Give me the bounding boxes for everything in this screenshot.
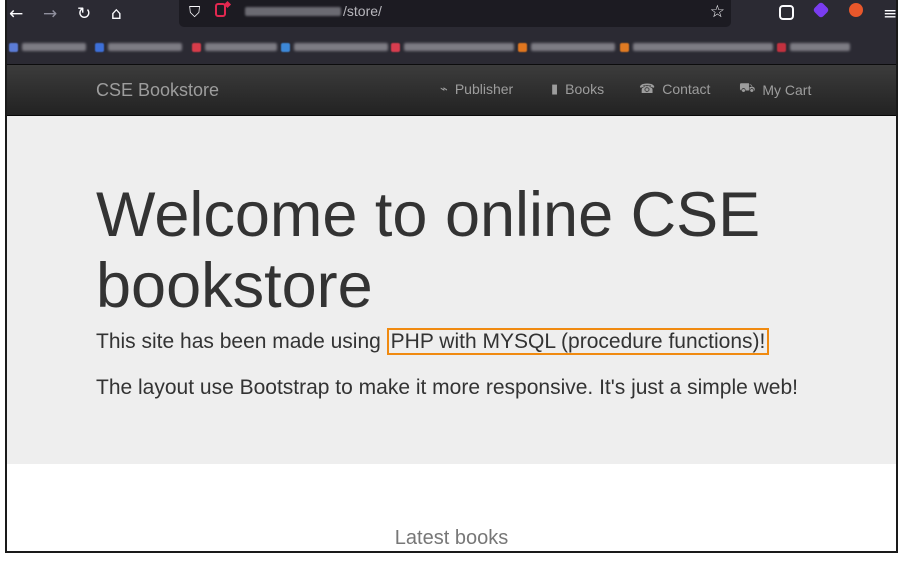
brand-link[interactable]: CSE Bookstore — [96, 80, 219, 101]
lead-text: This site has been made using PHP with M… — [96, 328, 770, 355]
menu-icon[interactable]: ≡ — [883, 3, 896, 25]
phone-icon: ☎ — [639, 81, 656, 97]
browser-window: ← → ↻ ⌂ ⛉ /store/ ☆ ≡ CSE Bookstore ⌁ Pu… — [5, 0, 898, 553]
bookmark-item[interactable] — [192, 42, 277, 52]
url-host-redacted — [245, 7, 341, 16]
nav-cart[interactable]: ⛟ My Cart — [739, 81, 811, 98]
paperclip-icon: ⌁ — [440, 81, 448, 97]
pocket-icon[interactable] — [779, 5, 794, 20]
nav-cart-label: My Cart — [762, 81, 812, 98]
extension-fox-icon[interactable] — [849, 3, 863, 17]
nav-books[interactable]: ▮ Books — [551, 81, 604, 97]
lead-text-2: The layout use Bootstrap to make it more… — [96, 376, 798, 399]
reload-icon[interactable]: ↻ — [77, 3, 91, 25]
shield-icon[interactable]: ⛉ — [189, 3, 200, 21]
jumbotron: Welcome to online CSE bookstore This sit… — [7, 116, 896, 464]
extension-icon[interactable] — [812, 1, 830, 19]
back-icon[interactable]: ← — [9, 3, 23, 25]
bookmarks-bar — [7, 30, 896, 65]
nav-publisher[interactable]: ⌁ Publisher — [440, 81, 513, 97]
url-bar[interactable]: ⛉ /store/ ☆ — [179, 0, 731, 27]
bookmark-item[interactable] — [518, 42, 615, 52]
bookmark-item[interactable] — [777, 42, 850, 52]
bookmark-item[interactable] — [281, 42, 388, 52]
browser-toolbar: ← → ↻ ⌂ ⛉ /store/ ☆ ≡ — [7, 0, 896, 30]
nav-books-label: Books — [565, 81, 605, 97]
nav-contact-label: Contact — [662, 81, 711, 97]
highlighted-tech: PHP with MYSQL (procedure functions)! — [386, 328, 770, 355]
page-title: Welcome to online CSE bookstore — [96, 180, 761, 321]
book-icon: ▮ — [551, 81, 559, 97]
bookmark-item[interactable] — [95, 42, 182, 52]
nav-contact[interactable]: ☎ Contact — [639, 81, 710, 97]
bookmark-item[interactable] — [9, 42, 86, 52]
star-icon[interactable]: ☆ — [710, 2, 725, 22]
insecure-lock-icon[interactable] — [215, 3, 226, 17]
nav-publisher-label: Publisher — [454, 81, 514, 97]
lead-prefix: This site has been made using — [96, 330, 387, 353]
forward-icon[interactable]: → — [43, 3, 57, 25]
cart-icon: ⛟ — [739, 81, 756, 96]
home-icon[interactable]: ⌂ — [111, 3, 122, 25]
bookmark-item[interactable] — [391, 42, 514, 52]
latest-books-heading: Latest books — [394, 527, 509, 549]
url-path: /store/ — [343, 3, 382, 19]
bookmark-item[interactable] — [620, 42, 773, 52]
site-navbar: CSE Bookstore ⌁ Publisher ▮ Books ☎ Cont… — [7, 65, 896, 116]
